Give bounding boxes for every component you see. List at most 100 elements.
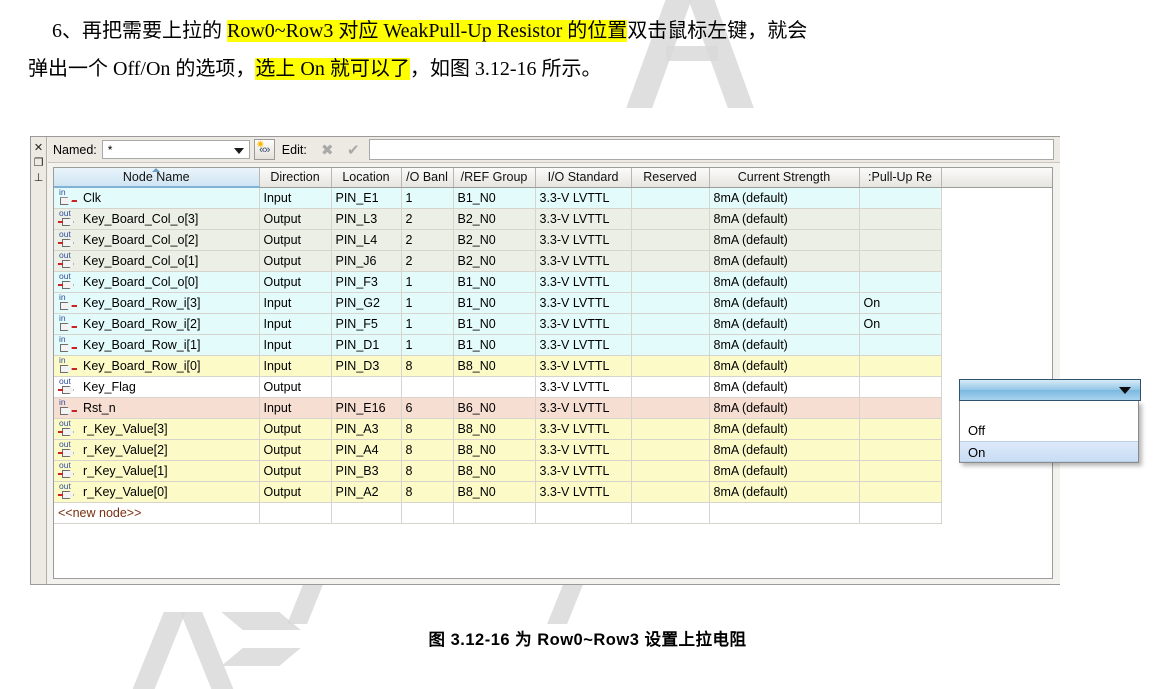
cell-reserved[interactable] bbox=[631, 460, 710, 482]
cell-node-name[interactable]: in Key_Board_Row_i[3] bbox=[54, 292, 260, 314]
cell-io-standard[interactable]: 3.3-V LVTTL bbox=[535, 439, 632, 461]
cell-io-standard[interactable]: 3.3-V LVTTL bbox=[535, 355, 632, 377]
column-header-vref-group[interactable]: /REF Group bbox=[453, 168, 536, 188]
new-node-blank-cell[interactable] bbox=[401, 502, 454, 524]
cell-vref-group[interactable] bbox=[453, 376, 536, 398]
cell-reserved[interactable] bbox=[631, 334, 710, 356]
cell-io-bank[interactable]: 2 bbox=[401, 229, 454, 251]
table-row[interactable]: out Key_Board_Col_o[1] Output PIN_J6 2 B2_N0 3… bbox=[54, 250, 1052, 272]
cell-reserved[interactable] bbox=[631, 313, 710, 335]
table-row[interactable]: in Key_Board_Row_i[2] Input PIN_F5 1 B1_N0 3.3… bbox=[54, 313, 1052, 335]
cell-io-bank[interactable]: 1 bbox=[401, 313, 454, 335]
cell-direction[interactable]: Output bbox=[259, 271, 332, 293]
cell-current-strength[interactable]: 8mA (default) bbox=[709, 460, 860, 482]
cell-io-standard[interactable]: 3.3-V LVTTL bbox=[535, 292, 632, 314]
cell-io-bank[interactable]: 2 bbox=[401, 250, 454, 272]
column-header-pull-up-resistor[interactable]: :Pull-Up Re bbox=[859, 168, 942, 188]
table-row[interactable]: in Key_Board_Row_i[0] Input PIN_D3 8 B8_N0 3.3… bbox=[54, 355, 1052, 377]
cell-reserved[interactable] bbox=[631, 397, 710, 419]
cell-io-bank[interactable]: 8 bbox=[401, 460, 454, 482]
cell-current-strength[interactable]: 8mA (default) bbox=[709, 187, 860, 209]
table-row[interactable]: in Clk Input PIN_E1 1 B1_N0 3.3-V LVTTL 8mA (de… bbox=[54, 187, 1052, 209]
cell-reserved[interactable] bbox=[631, 439, 710, 461]
cell-node-name[interactable]: in Clk bbox=[54, 187, 260, 209]
cell-current-strength[interactable]: 8mA (default) bbox=[709, 313, 860, 335]
cell-io-bank[interactable]: 1 bbox=[401, 292, 454, 314]
cell-location[interactable]: PIN_L4 bbox=[331, 229, 402, 251]
cell-location[interactable]: PIN_B3 bbox=[331, 460, 402, 482]
cell-pull-up-resistor[interactable] bbox=[859, 418, 942, 440]
cell-direction[interactable]: Input bbox=[259, 397, 332, 419]
named-filter-combo[interactable]: * bbox=[101, 140, 250, 159]
cell-pull-up-resistor[interactable] bbox=[859, 334, 942, 356]
cell-direction[interactable]: Output bbox=[259, 250, 332, 272]
cell-node-name[interactable]: out r_Key_Value[2] bbox=[54, 439, 260, 461]
cell-io-standard[interactable]: 3.3-V LVTTL bbox=[535, 418, 632, 440]
cell-current-strength[interactable]: 8mA (default) bbox=[709, 376, 860, 398]
restore-icon[interactable]: ❐ bbox=[32, 156, 46, 171]
cell-reserved[interactable] bbox=[631, 208, 710, 230]
cell-pull-up-resistor[interactable] bbox=[859, 208, 942, 230]
new-node-blank-cell[interactable] bbox=[535, 502, 632, 524]
new-node-blank-cell[interactable] bbox=[631, 502, 710, 524]
cell-pull-up-resistor[interactable]: On bbox=[859, 313, 942, 335]
cell-node-name[interactable]: out r_Key_Value[0] bbox=[54, 481, 260, 503]
cell-current-strength[interactable]: 8mA (default) bbox=[709, 418, 860, 440]
table-row[interactable]: out r_Key_Value[2] Output PIN_A4 8 B8_N0 3.3-V… bbox=[54, 439, 1052, 461]
cell-pull-up-resistor[interactable] bbox=[859, 460, 942, 482]
cell-pull-up-resistor[interactable] bbox=[859, 187, 942, 209]
cell-vref-group[interactable]: B1_N0 bbox=[453, 187, 536, 209]
cell-io-bank[interactable] bbox=[401, 376, 454, 398]
cell-vref-group[interactable]: B8_N0 bbox=[453, 460, 536, 482]
cell-direction[interactable]: Output bbox=[259, 439, 332, 461]
cell-direction[interactable]: Input bbox=[259, 355, 332, 377]
cell-vref-group[interactable]: B8_N0 bbox=[453, 355, 536, 377]
cell-io-standard[interactable]: 3.3-V LVTTL bbox=[535, 313, 632, 335]
cell-vref-group[interactable]: B1_N0 bbox=[453, 271, 536, 293]
cell-direction[interactable]: Output bbox=[259, 418, 332, 440]
column-header-location[interactable]: Location bbox=[331, 168, 402, 188]
apply-filter-button[interactable]: ✷ «» bbox=[253, 139, 275, 160]
table-row[interactable]: out Key_Board_Col_o[2] Output PIN_L4 2 B2_N0 3… bbox=[54, 229, 1052, 251]
accept-edit-button[interactable]: ✔ bbox=[343, 139, 364, 160]
cell-location[interactable]: PIN_G2 bbox=[331, 292, 402, 314]
cell-direction[interactable]: Input bbox=[259, 313, 332, 335]
new-node-blank-cell[interactable] bbox=[709, 502, 860, 524]
cancel-edit-button[interactable]: ✖ bbox=[317, 139, 338, 160]
table-row[interactable]: out r_Key_Value[0] Output PIN_A2 8 B8_N0 3.3-V… bbox=[54, 481, 1052, 503]
cell-pull-up-resistor[interactable] bbox=[859, 397, 942, 419]
cell-vref-group[interactable]: B8_N0 bbox=[453, 481, 536, 503]
cell-vref-group[interactable]: B1_N0 bbox=[453, 292, 536, 314]
cell-node-name[interactable]: in Rst_n bbox=[54, 397, 260, 419]
cell-direction[interactable]: Output bbox=[259, 481, 332, 503]
cell-io-standard[interactable]: 3.3-V LVTTL bbox=[535, 334, 632, 356]
cell-io-standard[interactable]: 3.3-V LVTTL bbox=[535, 229, 632, 251]
cell-current-strength[interactable]: 8mA (default) bbox=[709, 397, 860, 419]
cell-io-standard[interactable]: 3.3-V LVTTL bbox=[535, 481, 632, 503]
cell-io-bank[interactable]: 8 bbox=[401, 481, 454, 503]
column-header-io-standard[interactable]: I/O Standard bbox=[535, 168, 632, 188]
column-header-io-bank[interactable]: /O Banl bbox=[401, 168, 454, 188]
cell-io-bank[interactable]: 1 bbox=[401, 187, 454, 209]
cell-io-standard[interactable]: 3.3-V LVTTL bbox=[535, 208, 632, 230]
cell-io-bank[interactable]: 1 bbox=[401, 334, 454, 356]
cell-reserved[interactable] bbox=[631, 271, 710, 293]
cell-reserved[interactable] bbox=[631, 376, 710, 398]
cell-current-strength[interactable]: 8mA (default) bbox=[709, 271, 860, 293]
cell-node-name[interactable]: in Key_Board_Row_i[1] bbox=[54, 334, 260, 356]
cell-node-name[interactable]: out Key_Board_Col_o[3] bbox=[54, 208, 260, 230]
cell-vref-group[interactable]: B8_N0 bbox=[453, 418, 536, 440]
column-header-direction[interactable]: Direction bbox=[259, 168, 332, 188]
cell-vref-group[interactable]: B2_N0 bbox=[453, 208, 536, 230]
dropdown-option-off[interactable]: Off bbox=[960, 420, 1138, 441]
cell-io-bank[interactable]: 8 bbox=[401, 439, 454, 461]
cell-current-strength[interactable]: 8mA (default) bbox=[709, 334, 860, 356]
column-header-reserved[interactable]: Reserved bbox=[631, 168, 710, 188]
cell-vref-group[interactable]: B1_N0 bbox=[453, 313, 536, 335]
cell-io-bank[interactable]: 1 bbox=[401, 271, 454, 293]
cell-node-name[interactable]: out r_Key_Value[1] bbox=[54, 460, 260, 482]
cell-reserved[interactable] bbox=[631, 292, 710, 314]
cell-io-bank[interactable]: 8 bbox=[401, 418, 454, 440]
cell-direction[interactable]: Input bbox=[259, 187, 332, 209]
cell-reserved[interactable] bbox=[631, 187, 710, 209]
